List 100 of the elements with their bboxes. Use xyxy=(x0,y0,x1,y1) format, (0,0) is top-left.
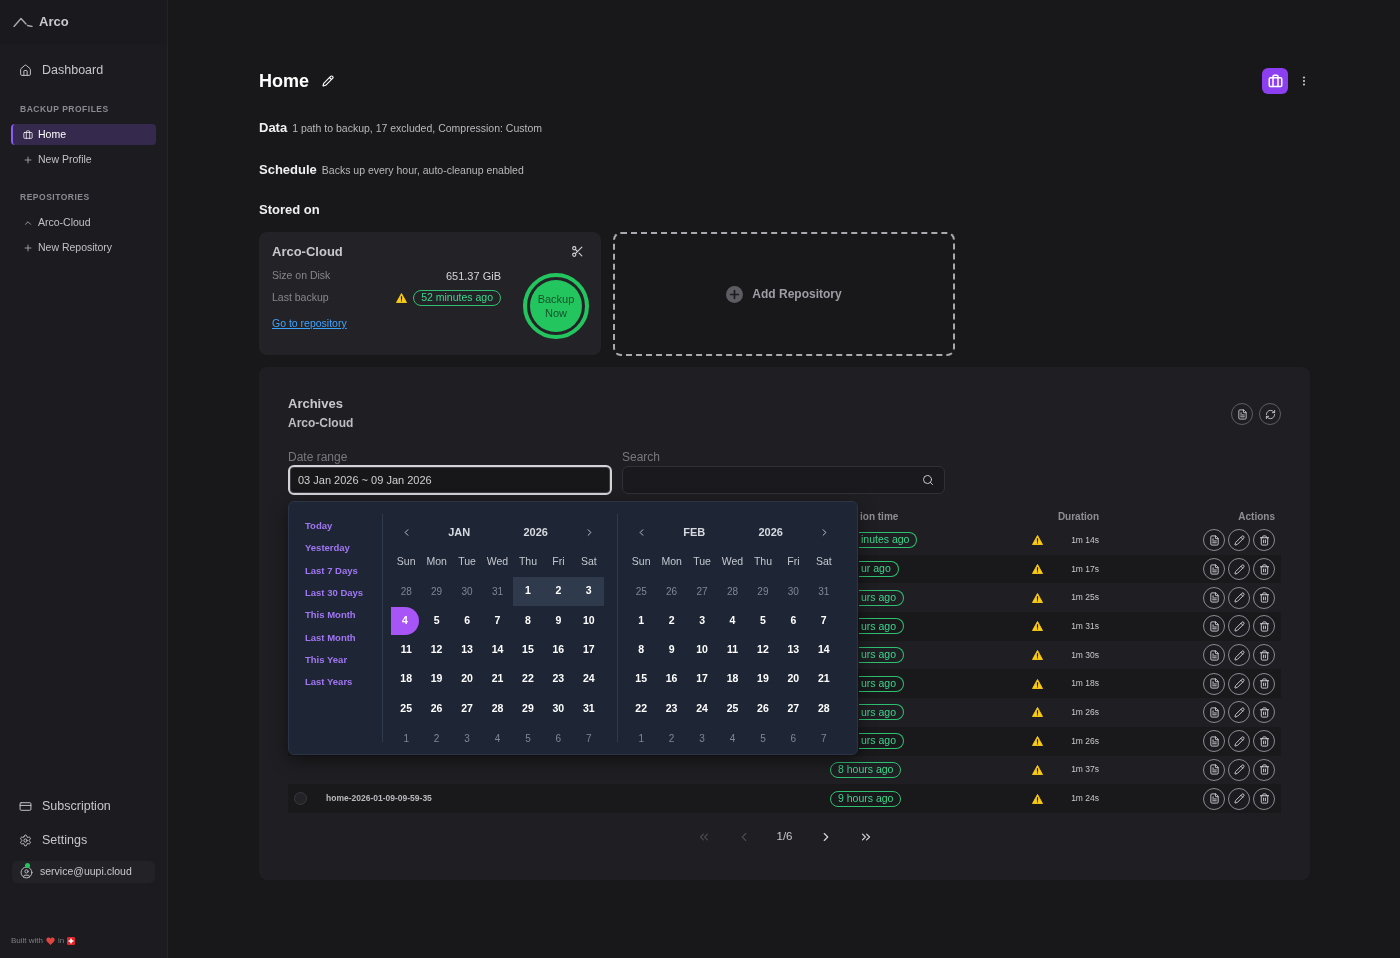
calendar-day[interactable]: 1 xyxy=(391,723,422,753)
row-checkbox[interactable] xyxy=(294,792,307,806)
calendar-day[interactable]: 8 xyxy=(626,635,657,665)
calendar-day[interactable]: 21 xyxy=(808,664,839,695)
sidebar-item[interactable]: New Profile xyxy=(11,149,156,170)
calendar-day[interactable]: 31 xyxy=(808,576,839,606)
edit-button[interactable] xyxy=(1228,787,1250,810)
calendar-day[interactable]: 6 xyxy=(778,605,809,636)
calendar-day[interactable]: 12 xyxy=(421,635,452,665)
calendar-day[interactable]: 1 xyxy=(626,605,657,636)
sidebar-item[interactable]: Arco-Cloud xyxy=(11,212,156,233)
calendar-day[interactable]: 24 xyxy=(573,664,604,695)
preset-option[interactable]: This Year xyxy=(305,652,348,668)
calendar-day[interactable]: 25 xyxy=(391,694,422,724)
delete-button[interactable] xyxy=(1253,586,1275,609)
calendar-day[interactable]: 2 xyxy=(656,605,687,636)
calendar-day[interactable]: 4 xyxy=(482,723,513,753)
calendar-day[interactable]: 28 xyxy=(482,694,513,724)
calendar-day[interactable]: 21 xyxy=(482,664,513,695)
calendar-day[interactable]: 4 xyxy=(717,723,748,753)
calendar-day[interactable]: 7 xyxy=(808,605,839,636)
calendar-day[interactable]: 5 xyxy=(747,605,779,636)
calendar-day[interactable]: 22 xyxy=(626,694,657,724)
sidebar-item[interactable]: Dashboard xyxy=(8,58,159,82)
calendar-day[interactable]: 19 xyxy=(747,664,779,695)
document-button[interactable] xyxy=(1203,672,1225,695)
edit-button[interactable] xyxy=(1228,558,1250,581)
calendar-day[interactable]: 25 xyxy=(626,576,657,606)
calendar-day[interactable]: 28 xyxy=(717,576,748,606)
calendar-day[interactable]: 27 xyxy=(451,694,483,724)
calendar-day[interactable]: 27 xyxy=(778,694,809,724)
calendar-day[interactable]: 23 xyxy=(656,694,687,724)
calendar-day[interactable]: 20 xyxy=(778,664,809,695)
delete-button[interactable] xyxy=(1253,672,1275,695)
calendar-day[interactable]: 26 xyxy=(656,576,687,606)
document-button[interactable] xyxy=(1203,615,1225,638)
account-item[interactable]: service@uupi.cloud xyxy=(12,861,155,883)
calendar-day[interactable]: 5 xyxy=(747,723,779,753)
calendar-day[interactable]: 20 xyxy=(451,664,483,695)
briefcase-button[interactable] xyxy=(1262,68,1288,94)
calendar-day[interactable]: 9 xyxy=(543,605,574,636)
delete-button[interactable] xyxy=(1253,558,1275,581)
sidebar-item[interactable]: Home xyxy=(11,124,156,145)
calendar-day[interactable]: 10 xyxy=(686,635,718,665)
delete-button[interactable] xyxy=(1253,644,1275,667)
preset-option[interactable]: Last Month xyxy=(305,630,356,645)
calendar-day[interactable]: 29 xyxy=(421,576,452,606)
calendar-day[interactable]: 17 xyxy=(573,635,604,665)
calendar-day[interactable]: 8 xyxy=(512,605,544,636)
calendar-day[interactable]: 1 xyxy=(626,723,657,753)
calendar-day[interactable]: 6 xyxy=(543,723,574,753)
delete-button[interactable] xyxy=(1253,529,1275,552)
calendar-day[interactable]: 13 xyxy=(778,635,809,665)
calendar-day[interactable]: 11 xyxy=(717,635,748,665)
document-button[interactable] xyxy=(1203,644,1225,667)
calendar-day[interactable]: 1 xyxy=(512,576,544,606)
document-button[interactable] xyxy=(1203,701,1225,724)
calendar-day[interactable]: 3 xyxy=(686,723,718,753)
calendar-day[interactable]: 4 xyxy=(717,605,748,636)
preset-option[interactable]: Today xyxy=(305,519,333,534)
calendar-day[interactable]: 19 xyxy=(421,664,452,695)
calendar-day[interactable]: 30 xyxy=(778,576,809,606)
date-range-field[interactable]: 03 Jan 2026 ~ 09 Jan 2026 xyxy=(288,465,612,495)
calendar-day[interactable]: 6 xyxy=(451,605,483,636)
calendar-day[interactable]: 9 xyxy=(656,635,687,665)
calendar-day[interactable]: 27 xyxy=(686,576,718,606)
delete-button[interactable] xyxy=(1253,758,1275,781)
calendar-day[interactable]: 7 xyxy=(808,723,839,753)
calendar-day[interactable]: 25 xyxy=(717,694,748,724)
sidebar-item[interactable]: Settings xyxy=(8,828,159,852)
delete-button[interactable] xyxy=(1253,701,1275,724)
calendar-day[interactable]: 7 xyxy=(482,605,513,636)
calendar-day[interactable]: 29 xyxy=(512,694,544,724)
calendar-day[interactable]: 26 xyxy=(747,694,779,724)
repository-link[interactable]: Go to repository xyxy=(272,316,347,332)
calendar-day[interactable]: 14 xyxy=(482,635,513,665)
calendar-day[interactable]: 10 xyxy=(573,605,604,636)
edit-button[interactable] xyxy=(1228,701,1250,724)
preset-option[interactable]: This Month xyxy=(305,608,356,623)
calendar-day[interactable]: 31 xyxy=(482,576,513,606)
calendar-day[interactable]: 17 xyxy=(686,664,718,695)
preset-option[interactable]: Last Years xyxy=(305,675,353,690)
edit-button[interactable] xyxy=(1228,615,1250,638)
calendar-day[interactable]: 14 xyxy=(808,635,839,665)
sidebar-item[interactable]: New Repository xyxy=(11,237,156,258)
calendar-day[interactable]: 15 xyxy=(626,664,657,695)
document-button[interactable] xyxy=(1203,586,1225,609)
edit-button[interactable] xyxy=(1228,672,1250,695)
calendar-day[interactable]: 30 xyxy=(543,694,574,724)
document-button[interactable] xyxy=(1203,558,1225,581)
calendar-day[interactable]: 5 xyxy=(421,605,452,636)
document-button[interactable] xyxy=(1203,730,1225,753)
calendar-day[interactable]: 3 xyxy=(451,723,483,753)
calendar-day[interactable]: 31 xyxy=(573,694,604,724)
calendar-day[interactable]: 23 xyxy=(543,664,574,695)
edit-button[interactable] xyxy=(1228,586,1250,609)
search-field[interactable] xyxy=(622,466,945,494)
document-button[interactable] xyxy=(1203,529,1225,552)
calendar-day[interactable]: 22 xyxy=(512,664,544,695)
calendar-day[interactable]: 7 xyxy=(573,723,604,753)
